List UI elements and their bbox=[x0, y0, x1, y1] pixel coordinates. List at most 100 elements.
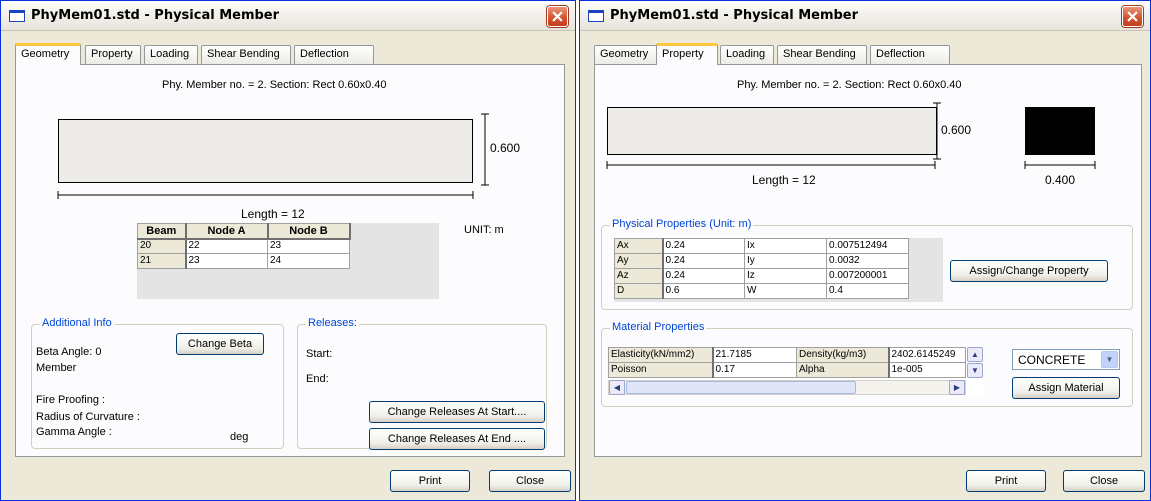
length-label: Length = 12 bbox=[752, 173, 816, 187]
column-header-beam[interactable]: Beam bbox=[137, 223, 187, 240]
property-name-cell[interactable]: Az bbox=[614, 268, 664, 284]
material-value-cell[interactable]: 0.17 bbox=[712, 362, 797, 378]
table-row[interactable]: 21 23 24 bbox=[137, 253, 350, 269]
material-select-value: CONCRETE bbox=[1018, 353, 1086, 367]
tab-property[interactable]: Property bbox=[656, 43, 718, 65]
property-value-cell[interactable]: 0.24 bbox=[662, 268, 745, 284]
gamma-angle-label: Gamma Angle : bbox=[36, 426, 112, 438]
property-value-cell[interactable]: 0.007512494 bbox=[826, 238, 909, 254]
scroll-down-button[interactable]: ▼ bbox=[967, 363, 983, 378]
tab-loading[interactable]: Loading bbox=[720, 45, 774, 64]
window-icon bbox=[588, 10, 604, 22]
tab-property[interactable]: Property bbox=[85, 45, 141, 64]
material-value-cell[interactable]: 1e-005 bbox=[888, 362, 966, 378]
physical-properties-grid: Ax 0.24 Ix 0.007512494 Ay 0.24 Iy 0.0032… bbox=[614, 238, 943, 302]
material-name-cell[interactable]: Density(kg/m3) bbox=[796, 347, 890, 363]
table-row[interactable]: Elasticity(kN/mm2) 21.7185 Density(kg/m3… bbox=[608, 347, 966, 363]
material-name-cell[interactable]: Poisson bbox=[608, 362, 714, 378]
horizontal-scrollbar[interactable]: ◀ ▶ bbox=[608, 380, 966, 395]
physical-properties-group: Physical Properties (Unit: m) Ax 0.24 Ix… bbox=[601, 218, 1133, 310]
title-bar: PhyMem01.std - Physical Member bbox=[580, 1, 1150, 31]
gamma-angle-unit: deg bbox=[230, 431, 249, 443]
release-end-label: End: bbox=[306, 373, 329, 385]
property-name-cell[interactable]: D bbox=[614, 283, 664, 299]
property-value-cell[interactable]: 0.4 bbox=[826, 283, 909, 299]
scroll-up-button[interactable]: ▲ bbox=[967, 347, 983, 362]
tab-geometry[interactable]: Geometry bbox=[15, 43, 81, 65]
table-row[interactable]: Ax 0.24 Ix 0.007512494 bbox=[614, 238, 909, 254]
property-value-cell[interactable]: 0.007200001 bbox=[826, 268, 909, 284]
close-window-button[interactable] bbox=[547, 6, 568, 27]
additional-info-title: Additional Info bbox=[40, 317, 114, 329]
material-name-cell[interactable]: Elasticity(kN/mm2) bbox=[608, 347, 714, 363]
tab-shear-bending[interactable]: Shear Bending bbox=[777, 45, 867, 64]
additional-info-group: Additional Info Beta Angle: 0 Member Cha… bbox=[31, 317, 284, 449]
length-label: Length = 12 bbox=[241, 207, 305, 221]
node-b-cell[interactable]: 24 bbox=[267, 253, 350, 269]
table-row[interactable]: Poisson 0.17 Alpha 1e-005 bbox=[608, 362, 966, 378]
property-name-cell[interactable]: Ix bbox=[744, 238, 827, 254]
property-value-cell[interactable]: 0.0032 bbox=[826, 253, 909, 269]
material-properties-title: Material Properties bbox=[610, 321, 707, 333]
depth-label: 0.600 bbox=[490, 141, 521, 155]
material-name-cell[interactable]: Alpha bbox=[796, 362, 890, 378]
close-button[interactable]: Close bbox=[489, 470, 571, 492]
print-button[interactable]: Print bbox=[966, 470, 1046, 492]
material-value-cell[interactable]: 21.7185 bbox=[712, 347, 797, 363]
assign-material-button[interactable]: Assign Material bbox=[1012, 377, 1120, 399]
geometry-panel: Phy. Member no. = 2. Section: Rect 0.60x… bbox=[15, 64, 565, 457]
property-name-cell[interactable]: W bbox=[744, 283, 827, 299]
window-title: PhyMem01.std - Physical Member bbox=[610, 8, 859, 23]
table-row[interactable]: D 0.6 W 0.4 bbox=[614, 283, 909, 299]
close-button[interactable]: Close bbox=[1063, 470, 1145, 492]
beam-cell[interactable]: 20 bbox=[137, 238, 187, 254]
scroll-left-button[interactable]: ◀ bbox=[609, 380, 625, 395]
property-name-cell[interactable]: Ax bbox=[614, 238, 664, 254]
beta-angle-label: Beta Angle: 0 bbox=[36, 346, 102, 358]
scroll-thumb[interactable] bbox=[626, 381, 856, 394]
member-text: Member bbox=[36, 362, 77, 374]
scroll-right-button[interactable]: ▶ bbox=[949, 380, 965, 395]
change-beta-button[interactable]: Change Beta bbox=[176, 333, 264, 355]
node-b-cell[interactable]: 23 bbox=[267, 238, 350, 254]
chevron-down-icon[interactable]: ▼ bbox=[1101, 351, 1118, 368]
property-value-cell[interactable]: 0.6 bbox=[662, 283, 745, 299]
tab-shear-bending[interactable]: Shear Bending bbox=[201, 45, 291, 64]
change-releases-start-button[interactable]: Change Releases At Start.... bbox=[369, 401, 545, 423]
table-row[interactable]: Az 0.24 Iz 0.007200001 bbox=[614, 268, 909, 284]
physical-properties-title: Physical Properties (Unit: m) bbox=[610, 218, 754, 230]
tab-deflection[interactable]: Deflection bbox=[870, 45, 950, 64]
change-releases-end-button[interactable]: Change Releases At End .... bbox=[369, 428, 545, 450]
print-button[interactable]: Print bbox=[390, 470, 470, 492]
tab-deflection[interactable]: Deflection bbox=[294, 45, 374, 64]
node-a-cell[interactable]: 22 bbox=[185, 238, 268, 254]
property-name-cell[interactable]: Ay bbox=[614, 253, 664, 269]
tab-loading[interactable]: Loading bbox=[144, 45, 198, 64]
releases-title: Releases: bbox=[306, 317, 359, 329]
property-value-cell[interactable]: 0.24 bbox=[662, 253, 745, 269]
close-window-button[interactable] bbox=[1122, 6, 1143, 27]
table-row[interactable]: 20 22 23 bbox=[137, 238, 350, 254]
tab-strip: Geometry Property Loading Shear Bending … bbox=[15, 43, 375, 65]
fire-proofing-label: Fire Proofing : bbox=[36, 394, 106, 406]
property-name-cell[interactable]: Iz bbox=[744, 268, 827, 284]
beam-cell[interactable]: 21 bbox=[137, 253, 187, 269]
assign-change-property-button[interactable]: Assign/Change Property bbox=[950, 260, 1108, 282]
column-header-node-a[interactable]: Node A bbox=[185, 223, 269, 240]
column-header-node-b[interactable]: Node B bbox=[267, 223, 351, 240]
tab-strip: Geometry Property Loading Shear Bending … bbox=[594, 43, 954, 65]
property-value-cell[interactable]: 0.24 bbox=[662, 238, 745, 254]
material-properties-group: Material Properties Elasticity(kN/mm2) 2… bbox=[601, 321, 1133, 407]
depth-label: 0.600 bbox=[941, 123, 972, 137]
tab-geometry[interactable]: Geometry bbox=[594, 45, 657, 64]
unit-label: UNIT: m bbox=[464, 224, 504, 236]
window-icon bbox=[9, 10, 25, 22]
radius-of-curvature-label: Radius of Curvature : bbox=[36, 411, 140, 423]
material-select[interactable]: CONCRETE ▼ bbox=[1012, 349, 1120, 370]
window-title: PhyMem01.std - Physical Member bbox=[31, 8, 280, 23]
material-value-cell[interactable]: 2402.6145249 bbox=[888, 347, 966, 363]
property-name-cell[interactable]: Iy bbox=[744, 253, 827, 269]
table-row[interactable]: Ay 0.24 Iy 0.0032 bbox=[614, 253, 909, 269]
node-a-cell[interactable]: 23 bbox=[185, 253, 268, 269]
release-start-label: Start: bbox=[306, 348, 333, 360]
